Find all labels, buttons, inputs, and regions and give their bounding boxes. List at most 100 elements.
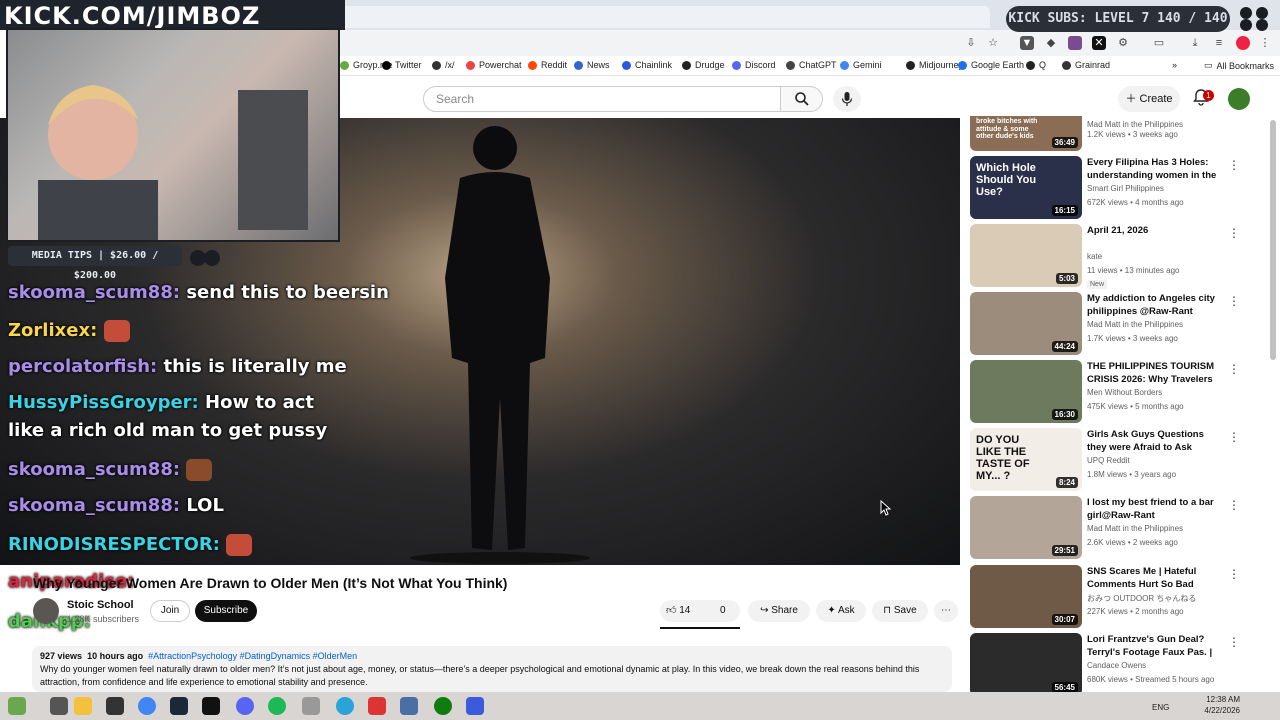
puzzle-icon[interactable]: ⚙ bbox=[1116, 36, 1130, 50]
hashtags[interactable]: #AttractionPsychology #DatingDynamics #O… bbox=[148, 651, 357, 661]
app-icon[interactable] bbox=[466, 697, 484, 715]
save-button[interactable]: ⊓ Save bbox=[872, 600, 928, 622]
bookmark-chatgpt[interactable]: ChatGPT bbox=[786, 60, 837, 70]
bookmark-news[interactable]: News bbox=[574, 60, 610, 70]
bookmark-q[interactable]: Q bbox=[1026, 60, 1046, 70]
spotify-icon[interactable] bbox=[268, 697, 286, 715]
all-bookmarks[interactable]: ▭ All Bookmarks bbox=[1204, 60, 1274, 71]
recommended-video[interactable]: 5:03 April 21, 2026 kate 11 views • 13 minu… bbox=[970, 224, 1260, 289]
bookmark-reddit[interactable]: Reddit bbox=[528, 60, 567, 70]
bookmark-discord[interactable]: Discord bbox=[732, 60, 776, 70]
recommended-title[interactable]: Girls Ask Guys Questions they were Afrai… bbox=[1087, 428, 1217, 454]
recommended-video[interactable]: 29:51 I lost my best friend to a bar girl… bbox=[970, 496, 1260, 560]
recommended-video[interactable]: 16:30 THE PHILIPPINES TOURISM CRISIS 2026… bbox=[970, 360, 1260, 424]
video-description[interactable]: 927 views 10 hours ago #AttractionPsycho… bbox=[32, 646, 952, 692]
terminal-icon[interactable] bbox=[202, 697, 220, 715]
app-icon[interactable] bbox=[368, 697, 386, 715]
voice-search-button[interactable] bbox=[833, 86, 861, 112]
video-thumbnail[interactable]: 16:30 bbox=[970, 360, 1082, 423]
recommended-channel[interactable]: Men Without Borders bbox=[1087, 388, 1162, 397]
recommended-video[interactable]: broke bitches with attitude & some other… bbox=[970, 116, 1260, 152]
bookmark-midjourney[interactable]: Midjourney bbox=[906, 60, 963, 70]
chrome-icon[interactable] bbox=[138, 697, 156, 715]
address-bar[interactable] bbox=[340, 30, 1280, 56]
recommended-video[interactable]: 30:07 SNS Scares Me | Hateful Comments Hu… bbox=[970, 565, 1260, 629]
bookmark-chainlink[interactable]: Chainlink bbox=[622, 60, 672, 70]
more-options-icon[interactable]: ⋮ bbox=[1228, 498, 1240, 512]
video-thumbnail[interactable]: broke bitches with attitude & some other… bbox=[970, 116, 1082, 151]
video-thumbnail[interactable]: 30:07 bbox=[970, 565, 1082, 628]
video-thumbnail[interactable]: 56:45 bbox=[970, 633, 1082, 696]
chevron-right-icon[interactable]: » bbox=[1172, 60, 1177, 70]
xbox-icon[interactable] bbox=[434, 697, 452, 715]
obs-icon[interactable] bbox=[106, 697, 124, 715]
recommended-title[interactable]: I lost my best friend to a bar girl@Raw-… bbox=[1087, 496, 1217, 522]
recommended-video[interactable]: 44:24 My addiction to Angeles city philip… bbox=[970, 292, 1260, 356]
file-explorer-icon[interactable] bbox=[74, 697, 92, 715]
video-thumbnail[interactable]: Which Hole Should You Use? 16:15 bbox=[970, 156, 1082, 219]
recommended-title[interactable]: THE PHILIPPINES TOURISM CRISIS 2026: Why… bbox=[1087, 360, 1217, 386]
video-thumbnail[interactable]: 5:03 bbox=[970, 224, 1082, 287]
channel-name[interactable]: Stoic School bbox=[67, 599, 134, 611]
app-icon[interactable] bbox=[400, 697, 418, 715]
steam-icon[interactable] bbox=[170, 697, 188, 715]
like-button[interactable]: 👍︎ 14 bbox=[666, 600, 690, 622]
search-input[interactable]: Search bbox=[423, 86, 781, 112]
recommended-channel[interactable]: Smart Girl Philippines bbox=[1087, 184, 1164, 193]
bookmark-twitter[interactable]: Twitter bbox=[382, 60, 422, 70]
sidepanel-icon[interactable]: ▭ bbox=[1152, 36, 1166, 50]
more-options-icon[interactable]: ⋮ bbox=[1228, 226, 1240, 240]
recommended-channel[interactable]: おみつ OUTDOOR ちゃんねる bbox=[1087, 593, 1196, 604]
account-avatar[interactable] bbox=[1228, 88, 1250, 110]
recommended-title[interactable]: Lori Frantzve's Gun Deal? Terryl's Foota… bbox=[1087, 633, 1217, 659]
bookmark-gemini[interactable]: Gemini bbox=[840, 60, 882, 70]
telegram-icon[interactable] bbox=[336, 697, 354, 715]
more-options-icon[interactable]: ⋮ bbox=[1228, 362, 1240, 376]
more-options-icon[interactable]: ⋮ bbox=[1228, 158, 1240, 172]
x-icon[interactable]: ✕ bbox=[1092, 36, 1106, 50]
shield-icon[interactable]: ▼ bbox=[1020, 36, 1034, 50]
recommended-title[interactable]: Every Filipina Has 3 Holes: understandin… bbox=[1087, 156, 1217, 182]
bookmark-x[interactable]: /x/ bbox=[432, 60, 455, 70]
video-thumbnail[interactable]: 44:24 bbox=[970, 292, 1082, 355]
more-actions-button[interactable]: ⋯ bbox=[934, 600, 958, 622]
join-button[interactable]: Join bbox=[150, 600, 190, 622]
download-icon[interactable]: ⤓ bbox=[1188, 36, 1202, 50]
recommended-channel[interactable]: Mad Matt in the Philippines bbox=[1087, 320, 1183, 329]
recommended-channel[interactable]: Mad Matt in the Philippines bbox=[1087, 524, 1183, 533]
recommended-channel[interactable]: Candace Owens bbox=[1087, 661, 1146, 670]
recommended-title[interactable]: April 21, 2026 bbox=[1087, 224, 1217, 237]
start-icon[interactable] bbox=[50, 697, 68, 715]
more-options-icon[interactable]: ⋮ bbox=[1228, 294, 1240, 308]
search-button[interactable] bbox=[781, 86, 823, 112]
more-options-icon[interactable]: ⋮ bbox=[1228, 567, 1240, 581]
video-thumbnail[interactable]: DO YOU LIKE THE TASTE OF MY... ? 8:24 bbox=[970, 428, 1082, 491]
active-tab[interactable] bbox=[340, 6, 990, 28]
recommended-video[interactable]: Which Hole Should You Use? 16:15 Every Fil… bbox=[970, 156, 1260, 220]
more-options-icon[interactable]: ⋮ bbox=[1228, 430, 1240, 444]
scrollbar[interactable] bbox=[1270, 120, 1276, 360]
extension-icon[interactable] bbox=[1068, 36, 1082, 50]
recommended-title[interactable]: SNS Scares Me | Hateful Comments Hurt So… bbox=[1087, 565, 1217, 591]
subscribe-button[interactable]: Subscribe bbox=[195, 600, 257, 622]
star-icon[interactable]: ☆ bbox=[986, 36, 1000, 50]
share-button[interactable]: ↪ Share bbox=[748, 600, 810, 622]
video-thumbnail[interactable]: 29:51 bbox=[970, 496, 1082, 559]
profile-icon[interactable] bbox=[1236, 36, 1250, 50]
bookmark-powerchat[interactable]: Powerchat bbox=[466, 60, 522, 70]
language-indicator[interactable]: ENG bbox=[1152, 702, 1169, 713]
discord-icon[interactable] bbox=[236, 697, 254, 715]
extension-icon[interactable]: ◆ bbox=[1044, 36, 1058, 50]
recommended-title[interactable]: My addiction to Angeles city philippines… bbox=[1087, 292, 1217, 318]
app-icon[interactable] bbox=[302, 697, 320, 715]
channel-avatar[interactable] bbox=[33, 598, 59, 624]
more-options-icon[interactable]: ⋮ bbox=[1228, 635, 1240, 649]
more-icon[interactable]: ⋮ bbox=[1258, 36, 1272, 50]
system-tray[interactable]: ENG 12:38 AM 4/22/2026 bbox=[1152, 694, 1240, 716]
ask-button[interactable]: ✦ Ask bbox=[816, 600, 866, 622]
dislike-button[interactable]: 0 bbox=[720, 600, 726, 622]
bookmark-drudge[interactable]: Drudge bbox=[682, 60, 725, 70]
recommended-channel[interactable]: UPQ Reddit bbox=[1087, 456, 1130, 465]
bookmark-grainrad[interactable]: Grainrad bbox=[1062, 60, 1110, 70]
create-button[interactable]: ＋ Create bbox=[1118, 86, 1180, 112]
